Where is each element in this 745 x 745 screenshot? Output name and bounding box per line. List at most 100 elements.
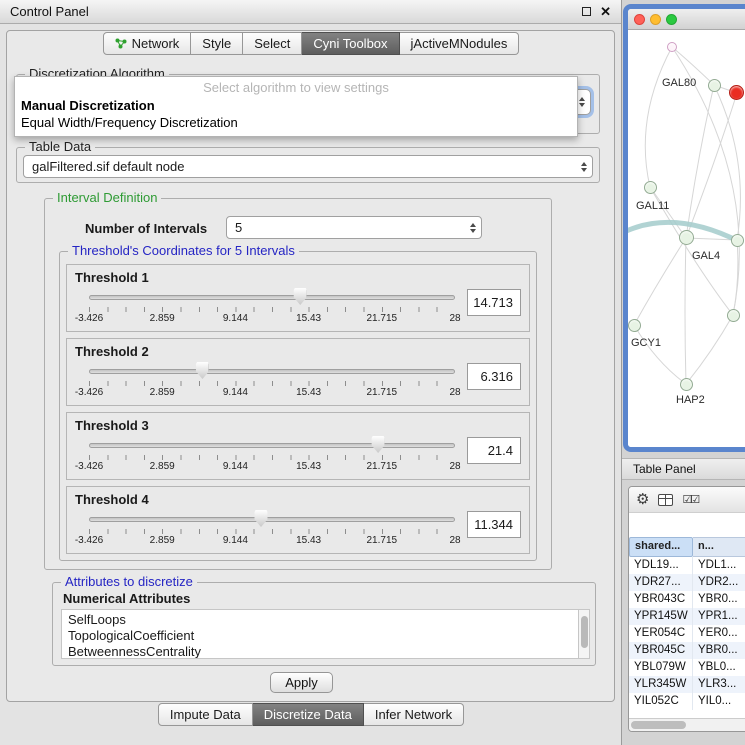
table-cell: YIL0... — [693, 693, 745, 710]
table-cell: YIL052C — [629, 693, 693, 710]
table-row[interactable]: YPR145WYPR1... — [629, 608, 745, 625]
slider-thumb[interactable] — [255, 510, 268, 527]
threshold-slider[interactable]: -3.4262.8599.14415.4321.71528 — [89, 360, 455, 402]
stepper-icon — [576, 156, 592, 177]
attribute-item[interactable]: TopologicalCoefficient — [62, 628, 578, 644]
threshold-slider[interactable]: -3.4262.8599.14415.4321.71528 — [89, 508, 455, 550]
table-row[interactable]: YIL052CYIL0... — [629, 693, 745, 710]
network-node[interactable] — [644, 181, 657, 194]
table-row[interactable]: YER054CYER0... — [629, 625, 745, 642]
tab-label: Discretize Data — [264, 707, 352, 722]
threshold-slider[interactable]: -3.4262.8599.14415.4321.71528 — [89, 286, 455, 328]
node-label: GAL4 — [692, 250, 720, 262]
table-cell: YPR1... — [693, 608, 745, 625]
group-title: Attributes to discretize — [61, 574, 197, 589]
slider-track[interactable] — [89, 295, 455, 300]
network-window-titlebar[interactable] — [628, 9, 745, 30]
close-icon[interactable]: ✕ — [600, 5, 611, 18]
tab-label: jActiveMNodules — [411, 36, 508, 51]
columns-icon[interactable] — [658, 494, 673, 506]
tab-discretize-data[interactable]: Discretize Data — [253, 703, 364, 726]
threshold-slider[interactable]: -3.4262.8599.14415.4321.71528 — [89, 434, 455, 476]
dropdown-options: Manual DiscretizationEqual Width/Frequen… — [15, 97, 577, 131]
scale-label: 21.715 — [367, 387, 398, 398]
node-label: HAP2 — [676, 394, 705, 406]
scrollbar-thumb[interactable] — [581, 616, 588, 648]
column-header-shared-name[interactable]: shared... — [629, 537, 693, 557]
table-row[interactable]: YDR27...YDR2... — [629, 574, 745, 591]
table-row[interactable]: YBL079WYBL0... — [629, 659, 745, 676]
slider-thumb[interactable] — [294, 288, 307, 305]
table-cell: YBR0... — [693, 642, 745, 659]
table-row[interactable]: YDL19...YDL1... — [629, 557, 745, 574]
dropdown-hint: Select algorithm to view settings — [15, 79, 577, 97]
network-node[interactable] — [727, 309, 740, 322]
network-canvas[interactable]: GAL80 GAL11 GAL4 GCY1 HAP2 — [628, 30, 745, 447]
slider-thumb[interactable] — [196, 362, 209, 379]
tab-network[interactable]: Network — [103, 32, 192, 55]
attributes-list[interactable]: SelfLoopsTopologicalCoefficientBetweenne… — [61, 609, 578, 659]
threshold-row: -3.4262.8599.14415.4321.71528 11.344 — [75, 508, 521, 550]
network-node[interactable] — [708, 79, 721, 92]
slider-scale: -3.4262.8599.14415.4321.71528 — [89, 535, 455, 547]
minimize-traffic-light-icon[interactable] — [650, 14, 661, 25]
network-view-window[interactable]: GAL80 GAL11 GAL4 GCY1 HAP2 — [623, 4, 745, 452]
tab-style[interactable]: Style — [191, 32, 243, 55]
tab-impute-data[interactable]: Impute Data — [158, 703, 253, 726]
number-of-intervals-select[interactable]: 5 — [226, 216, 482, 239]
attribute-item[interactable]: SelfLoops — [62, 612, 578, 628]
network-node[interactable] — [680, 378, 693, 391]
network-node[interactable] — [731, 234, 744, 247]
table-row[interactable]: YLR345WYLR3... — [629, 676, 745, 693]
table-row[interactable]: YBR045CYBR0... — [629, 642, 745, 659]
scale-label: 9.144 — [223, 313, 248, 324]
threshold-value[interactable]: 6.316 — [467, 363, 521, 390]
attributes-scrollbar[interactable] — [578, 609, 590, 659]
threshold-value[interactable]: 11.344 — [467, 511, 521, 538]
algorithm-option[interactable]: Manual Discretization — [15, 97, 577, 114]
attribute-item[interactable]: BetweennessCentrality — [62, 644, 578, 659]
close-traffic-light-icon[interactable] — [634, 14, 645, 25]
threshold-value[interactable]: 21.4 — [467, 437, 521, 464]
tab-jactivemnodules[interactable]: jActiveMNodules — [400, 32, 520, 55]
table-cell: YER0... — [693, 625, 745, 642]
select-columns-icon[interactable]: ☑☑ — [682, 493, 698, 506]
tab-label: Select — [254, 36, 290, 51]
table-cell: YDR2... — [693, 574, 745, 591]
tab-select[interactable]: Select — [243, 32, 302, 55]
table-row[interactable]: YBR043CYBR0... — [629, 591, 745, 608]
table-cell: YLR345W — [629, 676, 693, 693]
table-data-select[interactable]: galFiltered.sif default node — [23, 155, 593, 178]
slider-ticks — [89, 307, 455, 312]
scale-label: 9.144 — [223, 387, 248, 398]
network-node-selected[interactable] — [729, 85, 744, 100]
column-header-name[interactable]: n... — [693, 537, 745, 557]
slider-track[interactable] — [89, 517, 455, 522]
threshold-row: -3.4262.8599.14415.4321.71528 6.316 — [75, 360, 521, 402]
horizontal-scrollbar[interactable] — [629, 718, 745, 731]
threshold-value[interactable]: 14.713 — [467, 289, 521, 316]
slider-track[interactable] — [89, 443, 455, 448]
table-header: shared... n... — [629, 537, 745, 557]
network-node[interactable] — [667, 42, 677, 52]
gear-icon[interactable]: ⚙ — [636, 492, 649, 507]
number-of-intervals-label: Number of Intervals — [85, 221, 207, 236]
slider-scale: -3.4262.8599.14415.4321.71528 — [89, 461, 455, 473]
threshold-label: Threshold 4 — [75, 492, 521, 507]
table-cell: YBL0... — [693, 659, 745, 676]
table-cell: YLR3... — [693, 676, 745, 693]
scale-label: 21.715 — [367, 535, 398, 546]
float-icon[interactable] — [582, 7, 591, 16]
zoom-traffic-light-icon[interactable] — [666, 14, 677, 25]
network-node[interactable] — [628, 319, 641, 332]
network-node[interactable] — [679, 230, 694, 245]
apply-button[interactable]: Apply — [270, 672, 333, 693]
number-of-intervals-value: 5 — [227, 220, 465, 235]
threshold-box: Threshold 3-3.4262.8599.14415.4321.71528… — [66, 412, 530, 480]
slider-thumb[interactable] — [372, 436, 385, 453]
tab-infer-network[interactable]: Infer Network — [364, 703, 464, 726]
scrollbar-thumb[interactable] — [631, 721, 686, 729]
algorithm-option[interactable]: Equal Width/Frequency Discretization — [15, 114, 577, 131]
slider-track[interactable] — [89, 369, 455, 374]
tab-cyni-toolbox[interactable]: Cyni Toolbox — [302, 32, 399, 55]
